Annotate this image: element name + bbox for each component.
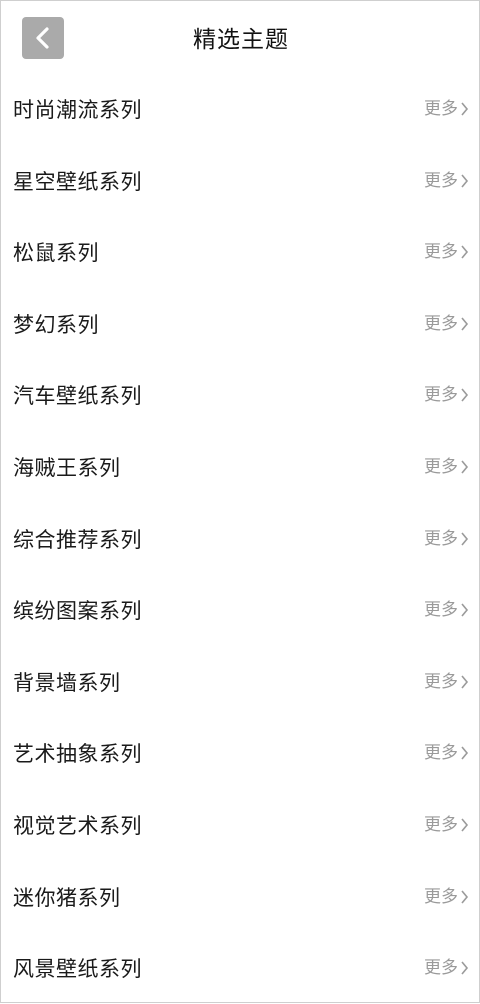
more-link[interactable]: 更多 (424, 527, 469, 551)
chevron-right-icon (458, 674, 469, 690)
more-label: 更多 (424, 958, 458, 979)
header-bar: 精选主题 (1, 1, 479, 77)
more-label: 更多 (424, 170, 458, 191)
theme-list: 时尚潮流系列 更多 星空壁纸系列 更多 松鼠系列 更多 梦幻系列 更多 汽车壁纸… (1, 73, 479, 1004)
list-item-label: 风景壁纸系列 (13, 957, 142, 982)
list-item-label: 星空壁纸系列 (13, 169, 142, 194)
list-item-label: 艺术抽象系列 (13, 742, 142, 767)
more-label: 更多 (424, 385, 458, 406)
list-item[interactable]: 汽车壁纸系列 更多 (1, 359, 479, 431)
list-item[interactable]: 梦幻系列 更多 (1, 288, 479, 360)
more-link[interactable]: 更多 (424, 741, 469, 765)
list-item-label: 海贼王系列 (13, 455, 121, 480)
more-link[interactable]: 更多 (424, 240, 469, 264)
more-link[interactable]: 更多 (424, 169, 469, 193)
more-link[interactable]: 更多 (424, 598, 469, 622)
list-item[interactable]: 背景墙系列 更多 (1, 646, 479, 718)
chevron-right-icon (458, 960, 469, 976)
list-item[interactable]: 迷你猪系列 更多 (1, 861, 479, 933)
list-item[interactable]: 综合推荐系列 更多 (1, 503, 479, 575)
more-link[interactable]: 更多 (424, 885, 469, 909)
list-item[interactable]: 缤纷图案系列 更多 (1, 574, 479, 646)
list-item-label: 迷你猪系列 (13, 885, 121, 910)
more-label: 更多 (424, 886, 458, 907)
list-item-label: 缤纷图案系列 (13, 599, 142, 624)
list-item-label: 梦幻系列 (13, 312, 99, 337)
more-label: 更多 (424, 600, 458, 621)
list-item-label: 汽车壁纸系列 (13, 384, 142, 409)
list-item[interactable]: 星空壁纸系列 更多 (1, 145, 479, 217)
chevron-right-icon (458, 459, 469, 475)
screen: 精选主题 时尚潮流系列 更多 星空壁纸系列 更多 松鼠系列 更多 梦幻系列 更多… (0, 0, 480, 1003)
more-label: 更多 (424, 456, 458, 477)
more-label: 更多 (424, 99, 458, 119)
more-link[interactable]: 更多 (424, 97, 469, 121)
more-link[interactable]: 更多 (424, 670, 469, 694)
more-link[interactable]: 更多 (424, 956, 469, 980)
chevron-right-icon (458, 316, 469, 332)
page-title: 精选主题 (193, 27, 289, 53)
list-item[interactable]: 艺术抽象系列 更多 (1, 717, 479, 789)
list-item[interactable]: 时尚潮流系列 更多 (1, 73, 479, 145)
list-item-label: 时尚潮流系列 (13, 98, 142, 122)
list-item-label: 背景墙系列 (13, 670, 121, 695)
list-item-label: 综合推荐系列 (13, 527, 142, 552)
more-link[interactable]: 更多 (424, 813, 469, 837)
more-link[interactable]: 更多 (424, 383, 469, 407)
chevron-right-icon (458, 602, 469, 618)
chevron-right-icon (458, 745, 469, 761)
more-label: 更多 (424, 313, 458, 334)
chevron-right-icon (458, 387, 469, 403)
chevron-right-icon (458, 531, 469, 547)
chevron-right-icon (458, 889, 469, 905)
list-item-label: 视觉艺术系列 (13, 813, 142, 838)
more-link[interactable]: 更多 (424, 455, 469, 479)
chevron-right-icon (458, 817, 469, 833)
list-item[interactable]: 视觉艺术系列 更多 (1, 789, 479, 861)
more-label: 更多 (424, 814, 458, 835)
more-label: 更多 (424, 528, 458, 549)
list-item[interactable]: 海贼王系列 更多 (1, 431, 479, 503)
list-item[interactable]: 松鼠系列 更多 (1, 216, 479, 288)
more-link[interactable]: 更多 (424, 312, 469, 336)
list-item-label: 松鼠系列 (13, 241, 99, 266)
chevron-right-icon (458, 101, 469, 117)
more-label: 更多 (424, 242, 458, 263)
more-label: 更多 (424, 671, 458, 692)
chevron-right-icon (458, 173, 469, 189)
more-label: 更多 (424, 743, 458, 764)
list-item[interactable]: 风景壁纸系列 更多 (1, 932, 479, 1004)
chevron-right-icon (458, 244, 469, 260)
